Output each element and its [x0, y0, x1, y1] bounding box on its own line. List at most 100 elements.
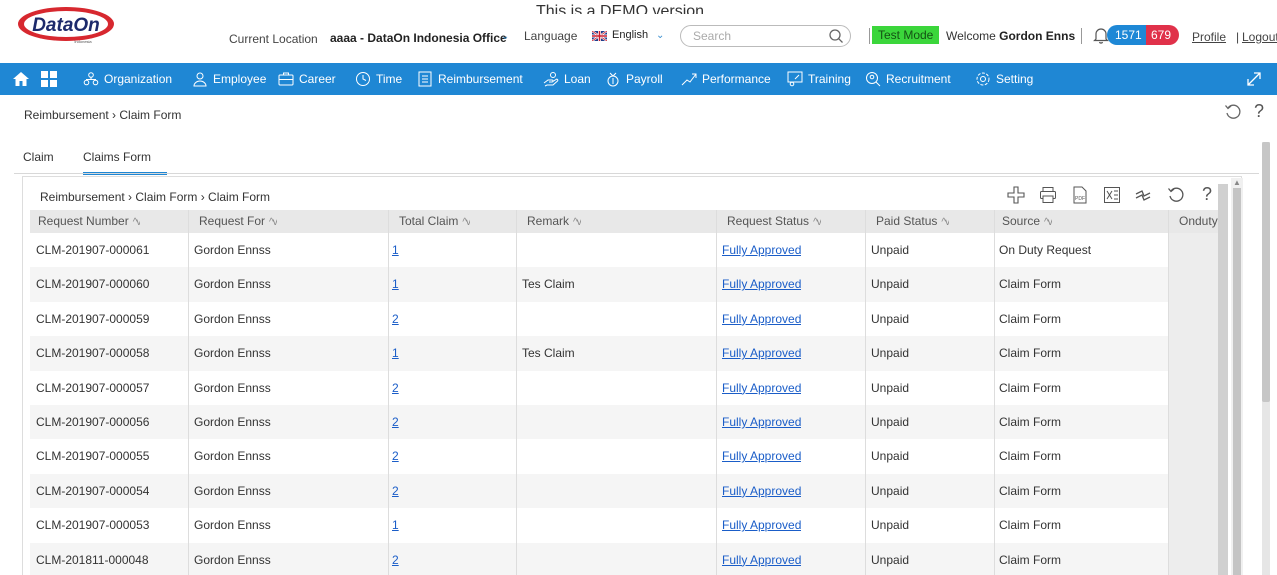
language-chevron-down-icon[interactable]: ⌄	[656, 30, 664, 41]
location-chevron-down-icon[interactable]: ⌄	[501, 31, 509, 42]
cell-total-claim[interactable]: 2	[392, 302, 399, 336]
sort-icon[interactable]: ^v	[462, 217, 470, 228]
request-status-link[interactable]: Fully Approved	[722, 553, 801, 567]
cell-total-claim[interactable]: 1	[392, 267, 399, 301]
column-header-total-claim[interactable]: Total Claim ^v	[399, 210, 470, 233]
cell-request-status[interactable]: Fully Approved	[722, 233, 801, 267]
cell-total-claim[interactable]: 2	[392, 405, 399, 439]
cell-request-status[interactable]: Fully Approved	[722, 302, 801, 336]
search-icon[interactable]	[828, 28, 844, 44]
cell-total-claim[interactable]: 1	[392, 233, 399, 267]
total-claim-link[interactable]: 2	[392, 484, 399, 498]
request-status-link[interactable]: Fully Approved	[722, 312, 801, 326]
column-header-remark[interactable]: Remark ^v	[527, 210, 581, 233]
alert-badge[interactable]: 679	[1146, 25, 1180, 45]
cell-total-claim[interactable]: 1	[392, 336, 399, 370]
table-row[interactable]: CLM-201907-000060 Gordon Ennss 1 Tes Claim F…	[30, 267, 1228, 302]
nav-item-training[interactable]: Training	[787, 71, 851, 87]
column-header-request-status[interactable]: Request Status ^v	[727, 210, 821, 233]
total-claim-link[interactable]: 1	[392, 277, 399, 291]
search-box[interactable]	[680, 25, 851, 47]
sort-icon[interactable]: ^v	[813, 217, 821, 228]
refresh-icon[interactable]	[1224, 103, 1242, 121]
notification-badge[interactable]: 1571	[1107, 25, 1147, 45]
search-input[interactable]	[693, 29, 823, 43]
total-claim-link[interactable]: 2	[392, 553, 399, 567]
cell-request-status[interactable]: Fully Approved	[722, 336, 801, 370]
cell-request-status[interactable]: Fully Approved	[722, 508, 801, 542]
column-header-paid-status[interactable]: Paid Status ^v	[876, 210, 949, 233]
table-row[interactable]: CLM-201907-000059 Gordon Ennss 2 Fully Appr…	[30, 302, 1228, 336]
language-value[interactable]: English	[612, 29, 648, 41]
table-row[interactable]: CLM-201811-000048 Gordon Ennss 2 Fully Appr…	[30, 542, 1228, 575]
tab-claim[interactable]: Claim	[23, 150, 54, 164]
cell-request-status[interactable]: Fully Approved	[722, 267, 801, 301]
cell-total-claim[interactable]: 2	[392, 439, 399, 473]
logout-link[interactable]: Logout	[1242, 30, 1277, 44]
apps-grid-icon[interactable]	[40, 70, 58, 88]
panel-scrollbar-thumb[interactable]	[1233, 188, 1241, 575]
location-value[interactable]: aaaa - DataOn Indonesia Office	[330, 31, 507, 45]
column-header-source[interactable]: Source ^v	[1002, 210, 1052, 233]
cell-total-claim[interactable]: 2	[392, 543, 399, 575]
request-status-link[interactable]: Fully Approved	[722, 415, 801, 429]
expand-icon[interactable]	[1244, 69, 1264, 89]
cell-total-claim[interactable]: 1	[392, 508, 399, 542]
table-row[interactable]: CLM-201907-000058 Gordon Ennss 1 Tes Claim F…	[30, 336, 1228, 371]
total-claim-link[interactable]: 2	[392, 381, 399, 395]
total-claim-link[interactable]: 1	[392, 518, 399, 532]
column-header-request-for[interactable]: Request For ^v	[199, 210, 277, 233]
table-row[interactable]: CLM-201907-000056 Gordon Ennss 2 Fully Appr…	[30, 405, 1228, 440]
nav-item-loan[interactable]: Loan	[543, 71, 591, 87]
nav-item-setting[interactable]: Setting	[975, 71, 1033, 87]
tab-claims-form[interactable]: Claims Form	[83, 150, 151, 164]
pdf-icon[interactable]: PDF	[1071, 186, 1089, 204]
nav-item-payroll[interactable]: Payroll	[605, 71, 663, 87]
nav-item-recruitment[interactable]: Recruitment	[865, 71, 951, 87]
request-status-link[interactable]: Fully Approved	[722, 449, 801, 463]
cell-total-claim[interactable]: 2	[392, 371, 399, 405]
help-icon[interactable]: ?	[1254, 101, 1264, 122]
nav-item-organization[interactable]: Organization	[83, 71, 172, 87]
page-scrollbar-thumb[interactable]	[1262, 142, 1270, 402]
request-status-link[interactable]: Fully Approved	[722, 277, 801, 291]
sort-icon[interactable]: ^v	[1044, 217, 1052, 228]
nav-item-time[interactable]: Time	[355, 71, 402, 87]
request-status-link[interactable]: Fully Approved	[722, 518, 801, 532]
nav-item-reimbursement[interactable]: Reimbursement	[417, 71, 523, 87]
request-status-link[interactable]: Fully Approved	[722, 243, 801, 257]
total-claim-link[interactable]: 2	[392, 449, 399, 463]
print-icon[interactable]	[1039, 186, 1057, 204]
column-header-request-number[interactable]: Request Number ^v	[38, 210, 140, 233]
home-icon[interactable]	[12, 70, 30, 88]
request-status-link[interactable]: Fully Approved	[722, 484, 801, 498]
request-status-link[interactable]: Fully Approved	[722, 381, 801, 395]
cell-request-status[interactable]: Fully Approved	[722, 405, 801, 439]
cell-total-claim[interactable]: 2	[392, 474, 399, 508]
cell-request-status[interactable]: Fully Approved	[722, 543, 801, 575]
sort-icon[interactable]: ^v	[133, 217, 141, 228]
excel-icon[interactable]	[1103, 186, 1121, 204]
table-row[interactable]: CLM-201907-000053 Gordon Ennss 1 Fully Appr…	[30, 508, 1228, 542]
cell-request-status[interactable]: Fully Approved	[722, 474, 801, 508]
total-claim-link[interactable]: 2	[392, 415, 399, 429]
sort-icon[interactable]: ^v	[941, 217, 949, 228]
dataon-logo[interactable]: DataOn Indonesia	[16, 6, 116, 46]
table-row[interactable]: CLM-201907-000061 Gordon Ennss 1 Fully Appr…	[30, 233, 1228, 267]
table-scroll-track[interactable]	[1218, 184, 1228, 575]
nav-item-employee[interactable]: Employee	[192, 71, 266, 87]
table-row[interactable]: CLM-201907-000054 Gordon Ennss 2 Fully Appr…	[30, 473, 1228, 509]
filter-toggle-icon[interactable]	[1134, 186, 1152, 204]
add-icon[interactable]	[1007, 186, 1025, 204]
profile-link[interactable]: Profile	[1192, 30, 1226, 44]
total-claim-link[interactable]: 1	[392, 346, 399, 360]
sort-icon[interactable]: ^v	[573, 217, 581, 228]
request-status-link[interactable]: Fully Approved	[722, 346, 801, 360]
scroll-up-arrow-icon[interactable]: ▲	[1233, 178, 1241, 187]
sort-icon[interactable]: ^v	[269, 217, 277, 228]
total-claim-link[interactable]: 1	[392, 243, 399, 257]
table-row[interactable]: CLM-201907-000055 Gordon Ennss 2 Fully Appr…	[30, 439, 1228, 473]
nav-item-performance[interactable]: Performance	[681, 71, 771, 87]
cell-request-status[interactable]: Fully Approved	[722, 371, 801, 405]
total-claim-link[interactable]: 2	[392, 312, 399, 326]
